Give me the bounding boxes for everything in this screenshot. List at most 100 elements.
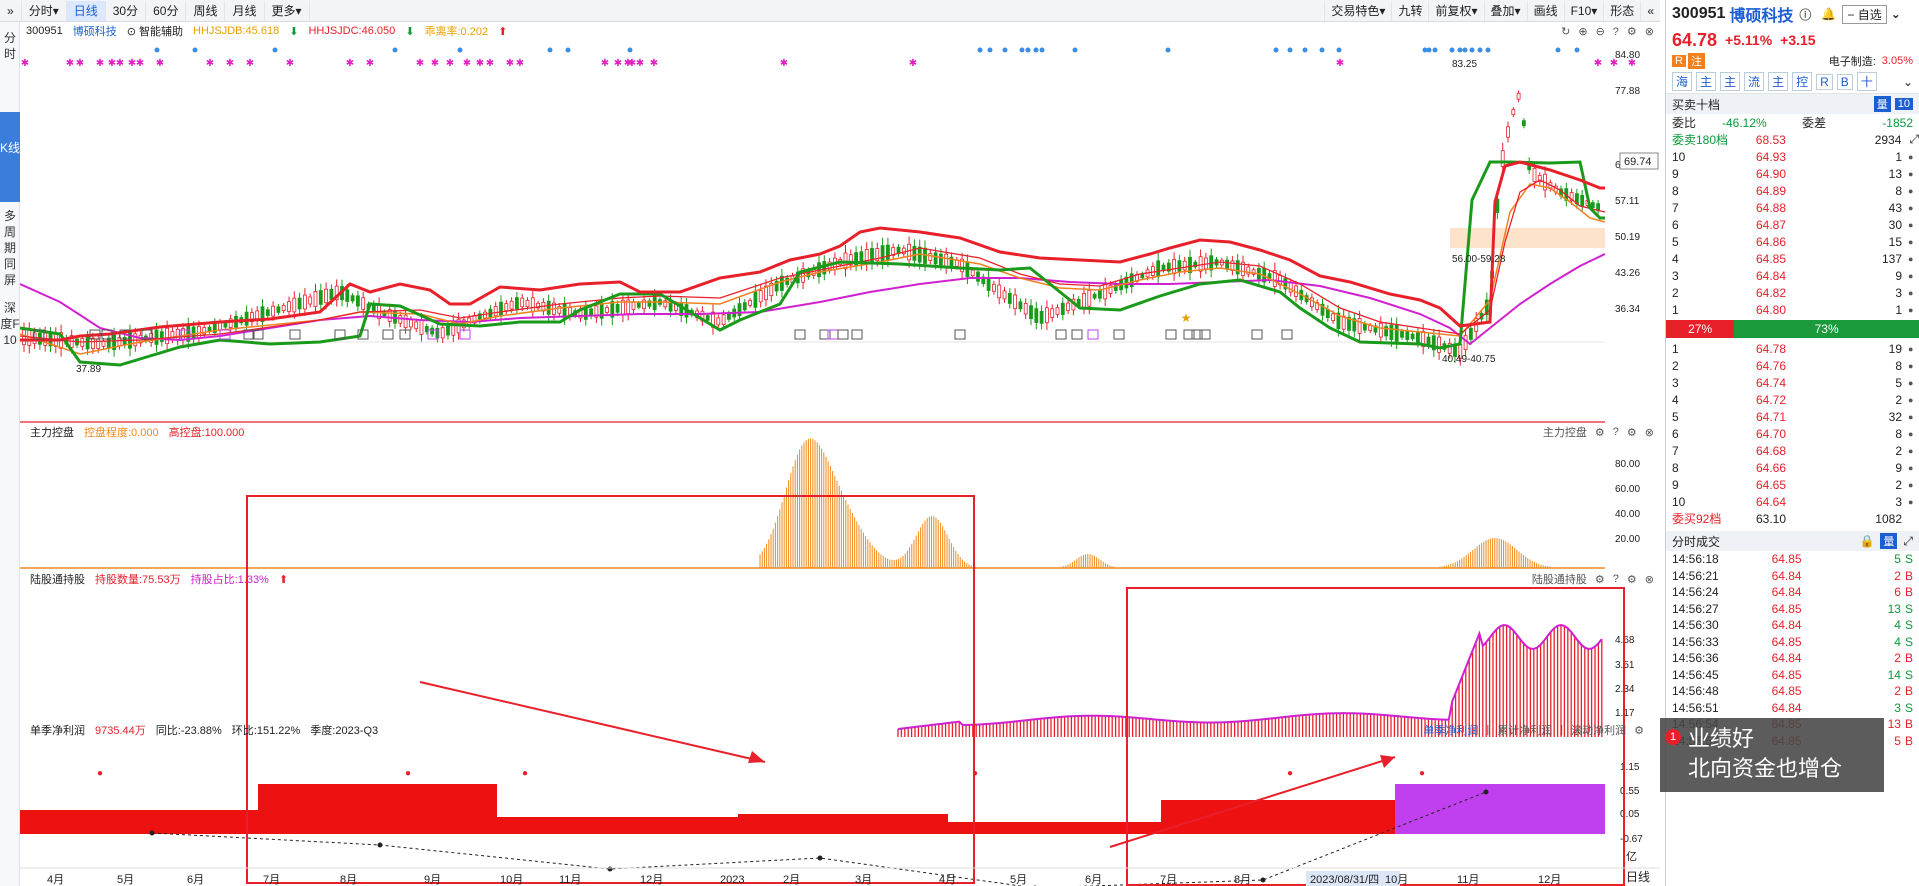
volume: 32 xyxy=(1888,409,1902,424)
industry-label[interactable]: 电子制造: xyxy=(1829,53,1876,69)
dot-icon: ● xyxy=(1908,428,1914,439)
period-label[interactable]: 日线 xyxy=(1626,868,1650,885)
order-level-row[interactable]: 7 64.68 2 ● xyxy=(1666,442,1919,459)
order-level-row[interactable]: 7 64.88 43 ● xyxy=(1666,199,1919,216)
order-level-row[interactable]: 5 64.86 15 ● xyxy=(1666,233,1919,250)
tab-cumulative-profit[interactable]: 累计净利润 xyxy=(1497,722,1552,738)
order-level-row[interactable]: 3 64.74 5 ● xyxy=(1666,374,1919,391)
quick-tab[interactable]: 主 xyxy=(1768,72,1789,91)
level: 9 xyxy=(1672,477,1679,492)
order-level-row[interactable]: 1 64.78 19 ● xyxy=(1666,340,1919,357)
quick-tab[interactable]: B xyxy=(1836,73,1853,90)
level: 9 xyxy=(1672,166,1679,181)
expand-icon[interactable]: ⤢ xyxy=(1903,534,1913,549)
order-level-row[interactable]: 1 64.80 1 ● xyxy=(1666,301,1919,318)
order-level-row[interactable]: 6 64.87 30 ● xyxy=(1666,216,1919,233)
tab-rolling-profit[interactable]: 滚动净利润 xyxy=(1571,722,1626,738)
bell-icon[interactable]: 🔔 xyxy=(1821,7,1836,21)
tab-single-quarter-profit[interactable]: 单季净利润 xyxy=(1423,722,1478,738)
tab-30min[interactable]: 30分 xyxy=(106,0,147,21)
volume-toggle-icon[interactable]: 量 xyxy=(1873,96,1891,112)
tab-fenshi[interactable]: 分时 ▾ xyxy=(22,0,67,21)
help-icon[interactable]: ? xyxy=(1613,573,1619,585)
candle-body xyxy=(1235,260,1240,275)
f10-button[interactable]: F10 ▾ xyxy=(1563,0,1604,21)
side-tab-multi-period[interactable]: 多周期同屏 xyxy=(0,208,20,288)
tab-separator: | xyxy=(1560,724,1564,736)
expand-icon[interactable]: ⤢ xyxy=(1909,132,1919,147)
tab-more[interactable]: 更多 ▾ xyxy=(265,0,310,21)
volume-toggle-icon[interactable]: 量 xyxy=(1880,533,1898,549)
candle-body xyxy=(737,303,742,317)
arrow-head-icon xyxy=(748,751,765,763)
chevron-down-icon[interactable]: ⌄ xyxy=(1891,7,1901,21)
side-tab-f10[interactable]: 深度F10 xyxy=(0,300,20,348)
quick-tab[interactable]: 主 xyxy=(1720,72,1741,91)
order-level-row[interactable]: 4 64.85 137 ● xyxy=(1666,250,1919,267)
gear-icon[interactable]: ⚙ xyxy=(1627,426,1637,439)
quick-tab[interactable]: R xyxy=(1816,73,1833,90)
double-chevron-left-icon[interactable]: « xyxy=(1640,0,1660,21)
quick-tab[interactable]: 主 xyxy=(1696,72,1717,91)
tab-weekly[interactable]: 周线 xyxy=(186,0,226,21)
adjust-button[interactable]: 前复权 ▾ xyxy=(1428,0,1483,21)
tab-60min[interactable]: 60分 xyxy=(146,0,187,21)
gear-icon[interactable]: ⚙ xyxy=(1627,573,1637,586)
info-icon[interactable]: ⓘ xyxy=(1799,6,1811,23)
candle-body xyxy=(923,247,927,264)
tab-monthly[interactable]: 月线 xyxy=(225,0,265,21)
signal-dot-icon xyxy=(1165,47,1171,53)
close-icon[interactable]: ⊗ xyxy=(1645,426,1654,439)
draw-line-button[interactable]: 画线 xyxy=(1526,0,1564,21)
nine-turn-button[interactable]: 九转 xyxy=(1391,0,1428,21)
side-tab-fenshi[interactable]: 分时 xyxy=(0,30,20,62)
hk-right-label: 陆股通持股 xyxy=(1531,574,1587,586)
buy-sum-price: 63.10 xyxy=(1756,511,1787,526)
arrow-up-icon: ⬆ xyxy=(278,573,289,586)
order-level-row[interactable]: 9 64.90 13 ● xyxy=(1666,165,1919,182)
ratio-sell: 27% xyxy=(1666,320,1735,338)
order-level-row[interactable]: 5 64.71 32 ● xyxy=(1666,408,1919,425)
lock-icon[interactable]: 🔒 xyxy=(1859,534,1874,548)
order-level-row[interactable]: 3 64.84 9 ● xyxy=(1666,267,1919,284)
levels-ten-icon[interactable]: 10 xyxy=(1894,98,1913,110)
gear-icon[interactable]: ⚙ xyxy=(1595,426,1605,439)
gear-icon[interactable]: ⚙ xyxy=(1595,573,1605,586)
order-level-row[interactable]: 2 64.76 8 ● xyxy=(1666,357,1919,374)
order-level-row[interactable]: 8 64.66 9 ● xyxy=(1666,459,1919,476)
order-level-row[interactable]: 10 64.64 3 ● xyxy=(1666,493,1919,510)
side-tab-kline[interactable]: K线 xyxy=(0,112,20,202)
trade-feature-button[interactable]: 交易特色 ▾ xyxy=(1324,0,1391,21)
close-icon[interactable]: ⊗ xyxy=(1645,573,1654,586)
pattern-button[interactable]: 形态 xyxy=(1603,0,1640,21)
watchlist-button[interactable]: − 自选 xyxy=(1842,4,1887,24)
profit-point xyxy=(607,866,613,872)
order-level-row[interactable]: 6 64.70 8 ● xyxy=(1666,425,1919,442)
gear-icon[interactable]: ⚙ xyxy=(1634,724,1644,737)
dot-icon: ● xyxy=(1908,343,1914,354)
event-icon xyxy=(1087,329,1099,340)
quick-tab[interactable]: 流 xyxy=(1744,72,1765,91)
help-icon[interactable]: ? xyxy=(1613,426,1619,438)
order-level-row[interactable]: 8 64.89 8 ● xyxy=(1666,182,1919,199)
order-level-row[interactable]: 4 64.72 2 ● xyxy=(1666,391,1919,408)
price: 64.70 xyxy=(1756,426,1787,441)
quick-tab[interactable]: 海 xyxy=(1672,72,1693,91)
overlay-button[interactable]: 叠加 ▾ xyxy=(1483,0,1527,21)
profit-unit: 亿 xyxy=(1626,850,1637,863)
trade-volume: 14 xyxy=(1887,667,1901,682)
annotation-arrow-down xyxy=(419,681,766,763)
collapse-icon[interactable]: » xyxy=(0,0,22,21)
orderbook-title: 买卖十档 xyxy=(1672,97,1721,112)
double-chevron-down-icon[interactable]: ⌄ xyxy=(1903,75,1913,89)
quick-tab[interactable]: 控 xyxy=(1792,72,1813,91)
order-level-row[interactable]: 10 64.93 1 ● xyxy=(1666,148,1919,165)
candle-body xyxy=(281,305,286,311)
order-level-row[interactable]: 9 64.65 2 ● xyxy=(1666,476,1919,493)
order-level-row[interactable]: 2 64.82 3 ● xyxy=(1666,284,1919,301)
tab-daily[interactable]: 日线 xyxy=(66,0,106,21)
quote-name[interactable]: 博硕科技 xyxy=(1729,2,1793,26)
quick-tab[interactable]: 十 xyxy=(1856,72,1877,91)
y-tick-label: 43.26 xyxy=(1615,268,1640,279)
level: 1 xyxy=(1672,302,1679,317)
